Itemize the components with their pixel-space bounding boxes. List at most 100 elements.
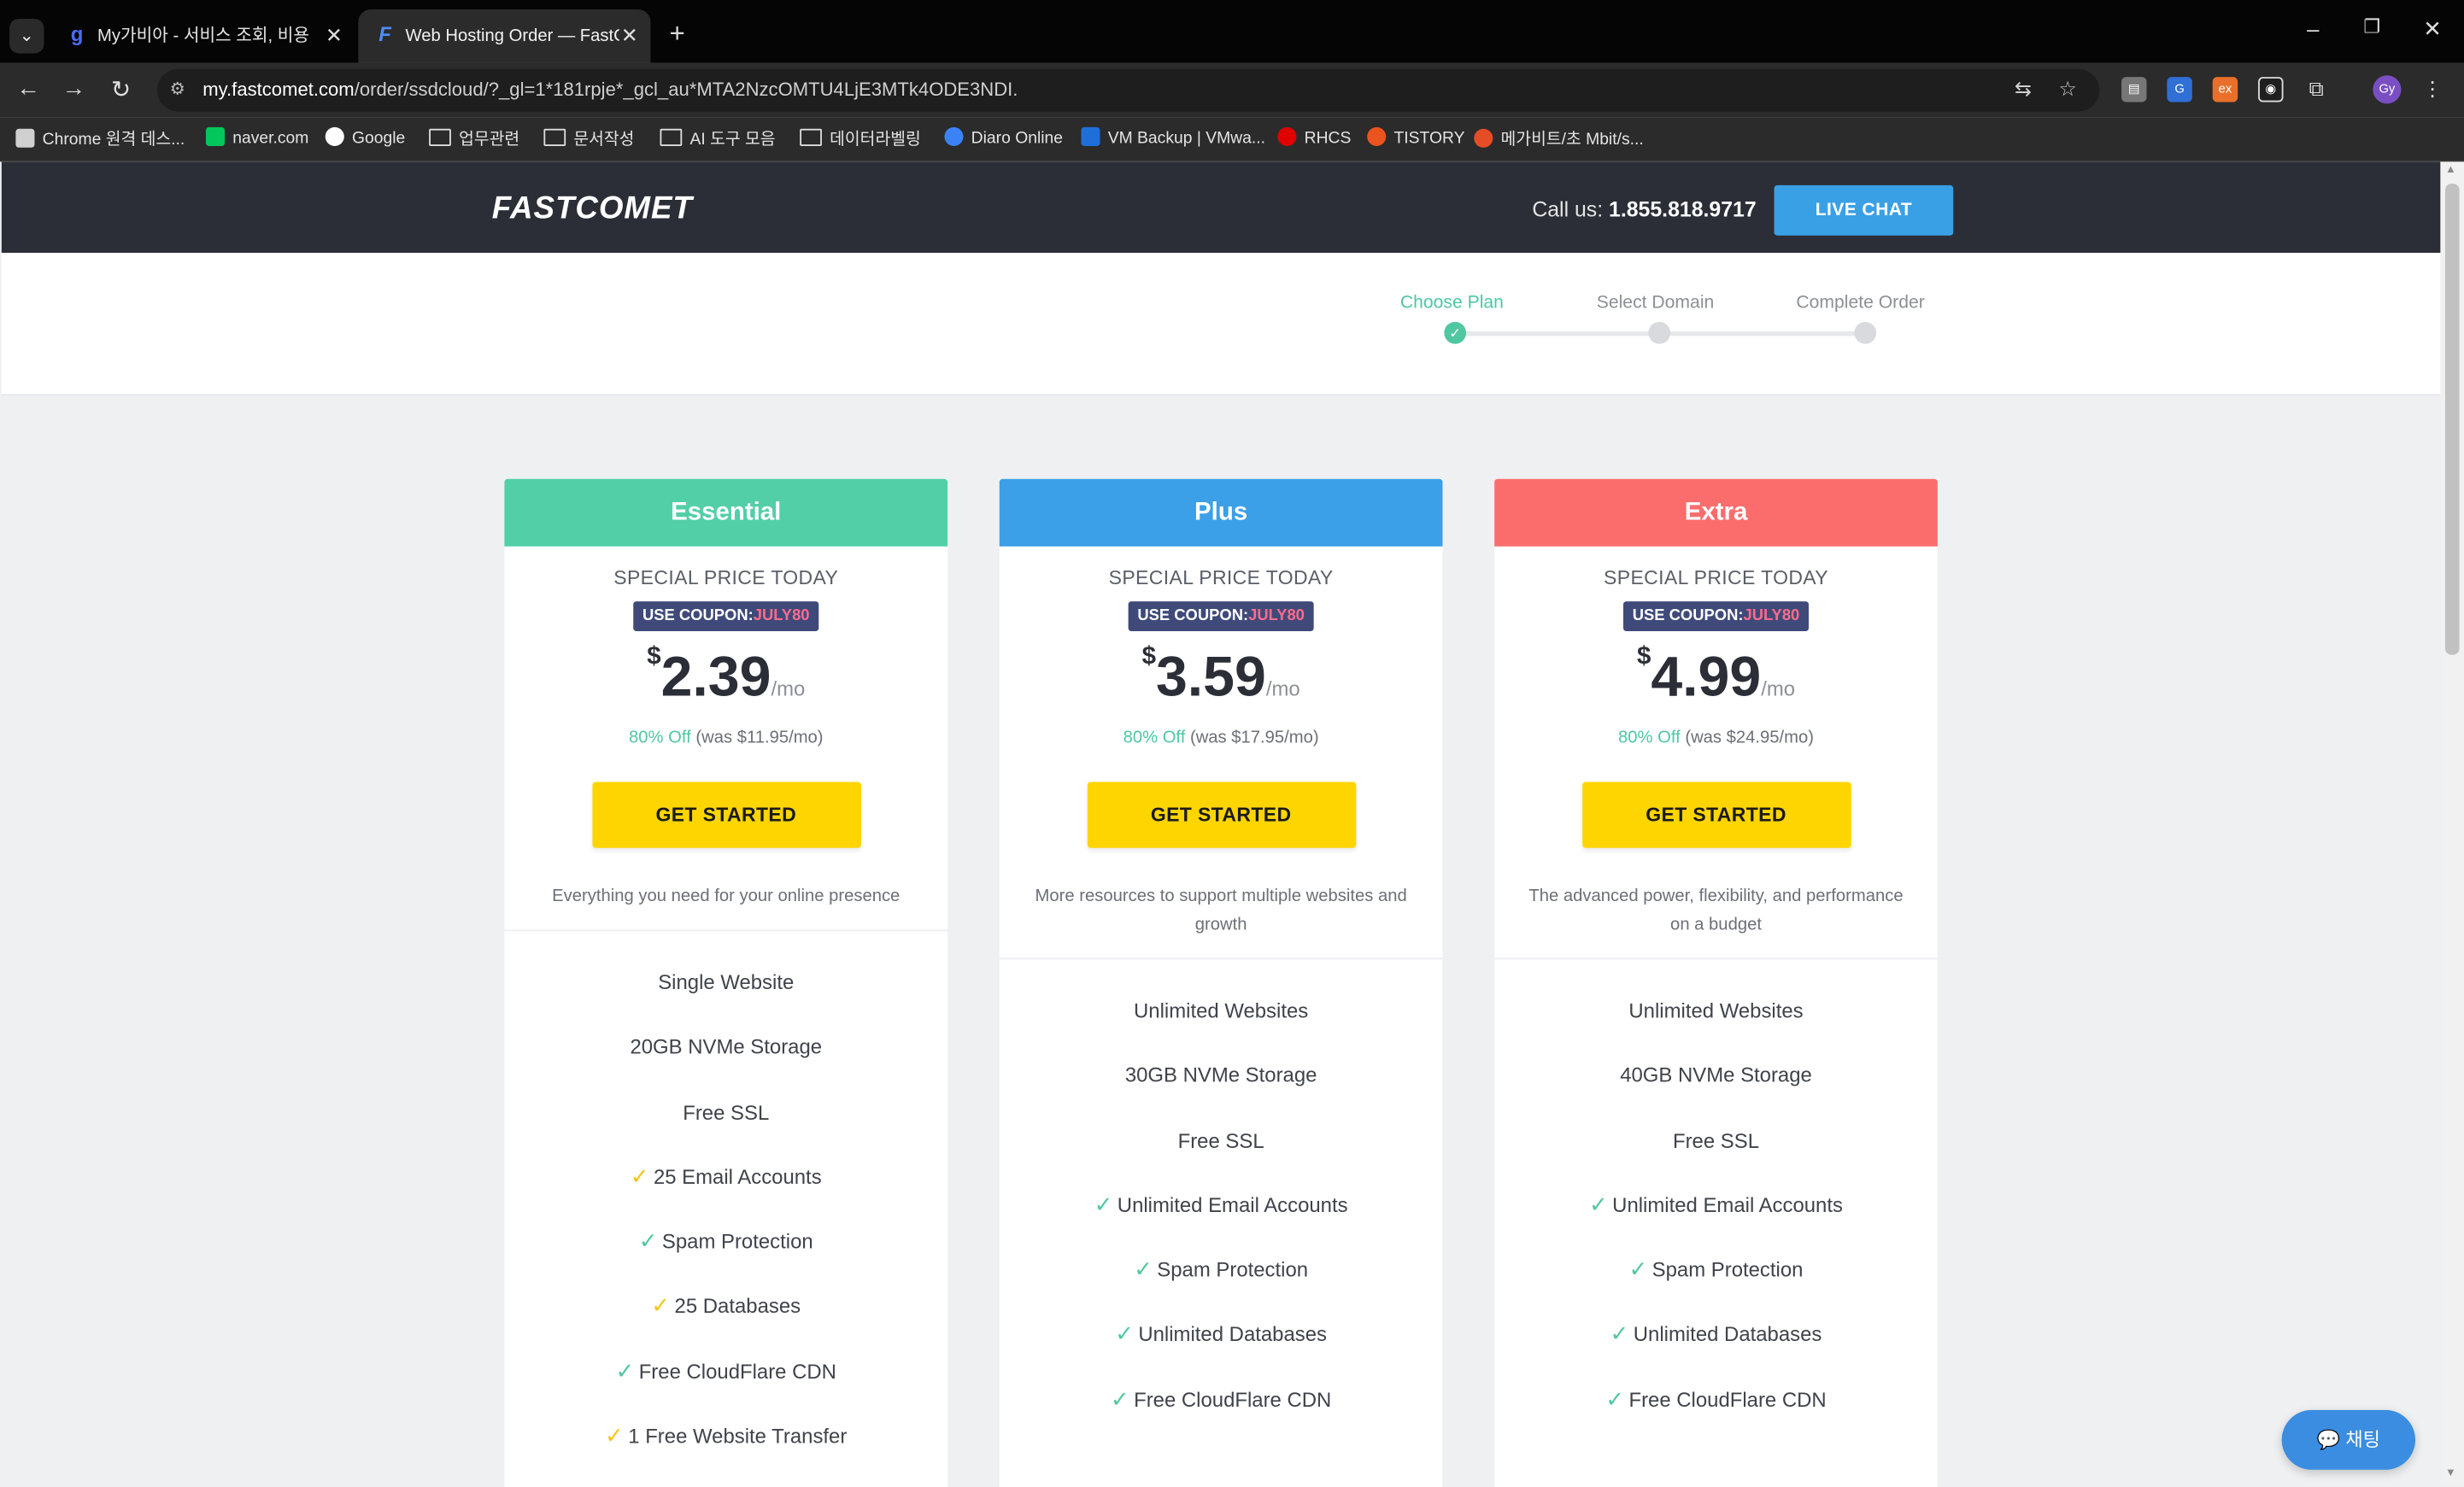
naver-icon	[205, 126, 226, 146]
restore-icon[interactable]: ❐	[2363, 15, 2380, 38]
scroll-down-icon[interactable]: ▼	[2445, 1468, 2456, 1479]
folder-icon	[543, 128, 566, 146]
bookmark-folder-work[interactable]: 업무관련	[429, 127, 519, 151]
close-tab-icon[interactable]: ✕	[621, 9, 638, 63]
extension-capture-icon[interactable]: ◉	[2258, 77, 2284, 102]
extension-translate-icon[interactable]: G	[2167, 77, 2192, 102]
feature-item: ✓ 25 Databases	[504, 1274, 947, 1339]
feature-text: 40GB NVMe Storage	[1620, 1063, 1812, 1087]
back-icon[interactable]: ←	[13, 75, 44, 102]
discount-text: 80% Off (was $11.95/mo)	[628, 729, 824, 748]
close-tab-icon[interactable]: ✕	[326, 9, 343, 63]
feature-text: Spam Protection	[1157, 1257, 1309, 1282]
bookmark-folder-ai-tools[interactable]: AI 도구 모음	[660, 127, 776, 151]
feature-item: ✓ Free CloudFlare CDN	[504, 1339, 947, 1404]
bookmark-naver[interactable]: naver.com	[205, 126, 308, 148]
get-started-button[interactable]: GET STARTED	[1581, 782, 1851, 848]
vm-backup-icon	[1081, 126, 1100, 146]
fastcomet-logo[interactable]: FASTCOMET	[492, 191, 693, 227]
diaro-icon	[944, 126, 964, 146]
scroll-up-icon[interactable]: ▲	[2445, 165, 2456, 176]
feature-item: Free SSL	[1494, 1108, 1938, 1173]
tab-search-button[interactable]: ⌄	[9, 19, 44, 54]
feature-item: 30GB NVMe Storage	[1000, 1043, 1443, 1108]
feature-item: ✓ Unlimited Databases	[1000, 1303, 1443, 1367]
feature-text: Unlimited Databases	[1633, 1322, 1822, 1347]
step-choose-plan-label: Choose Plan	[1399, 293, 1504, 313]
bookmark-mbit[interactable]: 메가비트/초 Mbit/s...	[1474, 127, 1644, 151]
checkmark-icon: ✓	[1628, 1256, 1648, 1282]
plan-name: Extra	[1494, 478, 1938, 547]
feature-text: 30GB NVMe Storage	[1124, 1063, 1317, 1087]
scrollbar-thumb[interactable]	[2444, 184, 2460, 655]
feature-text: Free CloudFlare CDN	[1628, 1387, 1827, 1412]
plan-name: Essential	[504, 478, 948, 547]
plan-name: Plus	[999, 478, 1443, 547]
bookmark-vm-backup[interactable]: VM Backup | VMwa...	[1081, 126, 1265, 148]
phone-number[interactable]: 1.855.818.9717	[1609, 198, 1757, 222]
coupon-badge: USE COUPON: JULY80	[632, 601, 819, 632]
coupon-badge: USE COUPON: JULY80	[1622, 601, 1810, 632]
checkmark-icon: ✓	[651, 1292, 671, 1319]
discount-text: 80% Off (was $24.95/mo)	[1617, 729, 1815, 748]
checkmark-icon: ✓	[638, 1227, 658, 1254]
bookmark-google[interactable]: Google	[325, 126, 405, 148]
extension-printer-icon[interactable]: ▤	[2121, 77, 2147, 102]
bookmark-chrome-remote[interactable]: Chrome 원격 데스...	[15, 127, 185, 151]
bookmark-diaro[interactable]: Diaro Online	[944, 126, 1063, 148]
translate-icon[interactable]: ⇆	[2015, 77, 2032, 102]
checkmark-icon: ✓	[615, 1357, 635, 1384]
plan-description: More resources to support multiple websi…	[1035, 887, 1407, 934]
google-icon	[325, 126, 344, 146]
live-chat-button[interactable]: LIVE CHAT	[1774, 184, 1954, 236]
checkmark-icon: ✓	[1134, 1256, 1153, 1282]
site-info-icon[interactable]: ⚙	[170, 79, 185, 99]
profile-avatar[interactable]: Gy	[2373, 75, 2402, 104]
feature-item: ✓ Free CloudFlare CDN	[1000, 1367, 1443, 1432]
bookmark-rhcs[interactable]: RHCS	[1277, 126, 1351, 148]
converter-icon	[1474, 128, 1493, 148]
extension-ex-icon[interactable]: ex	[2212, 77, 2238, 102]
feature-item: ✓ Unlimited Email Accounts	[1000, 1173, 1443, 1238]
address-bar[interactable]: ⚙ my.fastcomet.com/order/ssdcloud/?_gl=1…	[156, 68, 2100, 112]
bookmark-folder-docs[interactable]: 문서작성	[543, 127, 634, 151]
feature-text: Free SSL	[1177, 1128, 1264, 1152]
feature-text: Spam Protection	[1651, 1257, 1804, 1282]
bookmark-star-icon[interactable]: ☆	[2058, 77, 2076, 102]
get-started-button[interactable]: GET STARTED	[591, 782, 861, 848]
discount-text: 80% Off (was $17.95/mo)	[1123, 729, 1319, 748]
step-select-domain-label: Select Domain	[1596, 293, 1715, 313]
special-price-label: SPECIAL PRICE TODAY	[1604, 566, 1828, 589]
url-text[interactable]: my.fastcomet.com/order/ssdcloud/?_gl=1*1…	[202, 79, 1018, 101]
special-price-label: SPECIAL PRICE TODAY	[1108, 566, 1334, 589]
feature-item: Unlimited Websites	[1494, 978, 1938, 1043]
feature-item: 20GB NVMe Storage	[504, 1015, 947, 1080]
window-close-icon[interactable]: ✕	[2423, 15, 2442, 42]
feature-text: Free CloudFlare CDN	[1134, 1387, 1332, 1412]
new-tab-icon[interactable]: +	[670, 19, 685, 50]
get-started-button[interactable]: GET STARTED	[1086, 782, 1356, 848]
tab-fastcomet[interactable]: F Web Hosting Order — FastComet ✕	[358, 9, 651, 63]
bookmark-folder-labeling[interactable]: 데이터라벨링	[800, 127, 921, 151]
page-scrollbar[interactable]: ▲ ▼	[2440, 161, 2464, 1487]
reload-icon[interactable]: ↻	[105, 75, 137, 103]
tab-gabia[interactable]: g My가비아 - 서비스 조회, 비용 ✕	[50, 9, 355, 63]
feature-text: Free SSL	[1672, 1128, 1760, 1152]
minimize-icon[interactable]: –	[2307, 15, 2319, 40]
feature-item: 40GB NVMe Storage	[1494, 1043, 1938, 1108]
extensions-puzzle-icon[interactable]: ⧉	[2303, 77, 2328, 102]
browser-menu-icon[interactable]: ⋮	[2420, 77, 2445, 102]
browser-window: ⌄ g My가비아 - 서비스 조회, 비용 ✕ F Web Hosting O…	[0, 0, 2464, 1487]
feature-text: Spam Protection	[661, 1229, 813, 1254]
bookmarks-bar: Chrome 원격 데스... naver.com Google 업무관련 문서…	[0, 117, 2464, 162]
bookmark-tistory[interactable]: TISTORY	[1367, 126, 1464, 148]
feature-list: Unlimited Websites 40GB NVMe Storage Free …	[1494, 959, 1938, 1432]
feature-list: Unlimited Websites 30GB NVMe Storage Free …	[1000, 959, 1443, 1432]
forward-icon[interactable]: →	[58, 75, 90, 102]
folder-icon	[800, 128, 822, 146]
chat-widget-button[interactable]: 💬 채팅	[2281, 1409, 2416, 1470]
feature-item: ✓ 1 Free Website Transfer	[504, 1404, 947, 1469]
plan-card-extra: Extra SPECIAL PRICE TODAY USE COUPON: JU…	[1494, 478, 1938, 1487]
tistory-icon	[1367, 126, 1387, 146]
feature-item: ✓ Spam Protection	[1000, 1238, 1443, 1303]
